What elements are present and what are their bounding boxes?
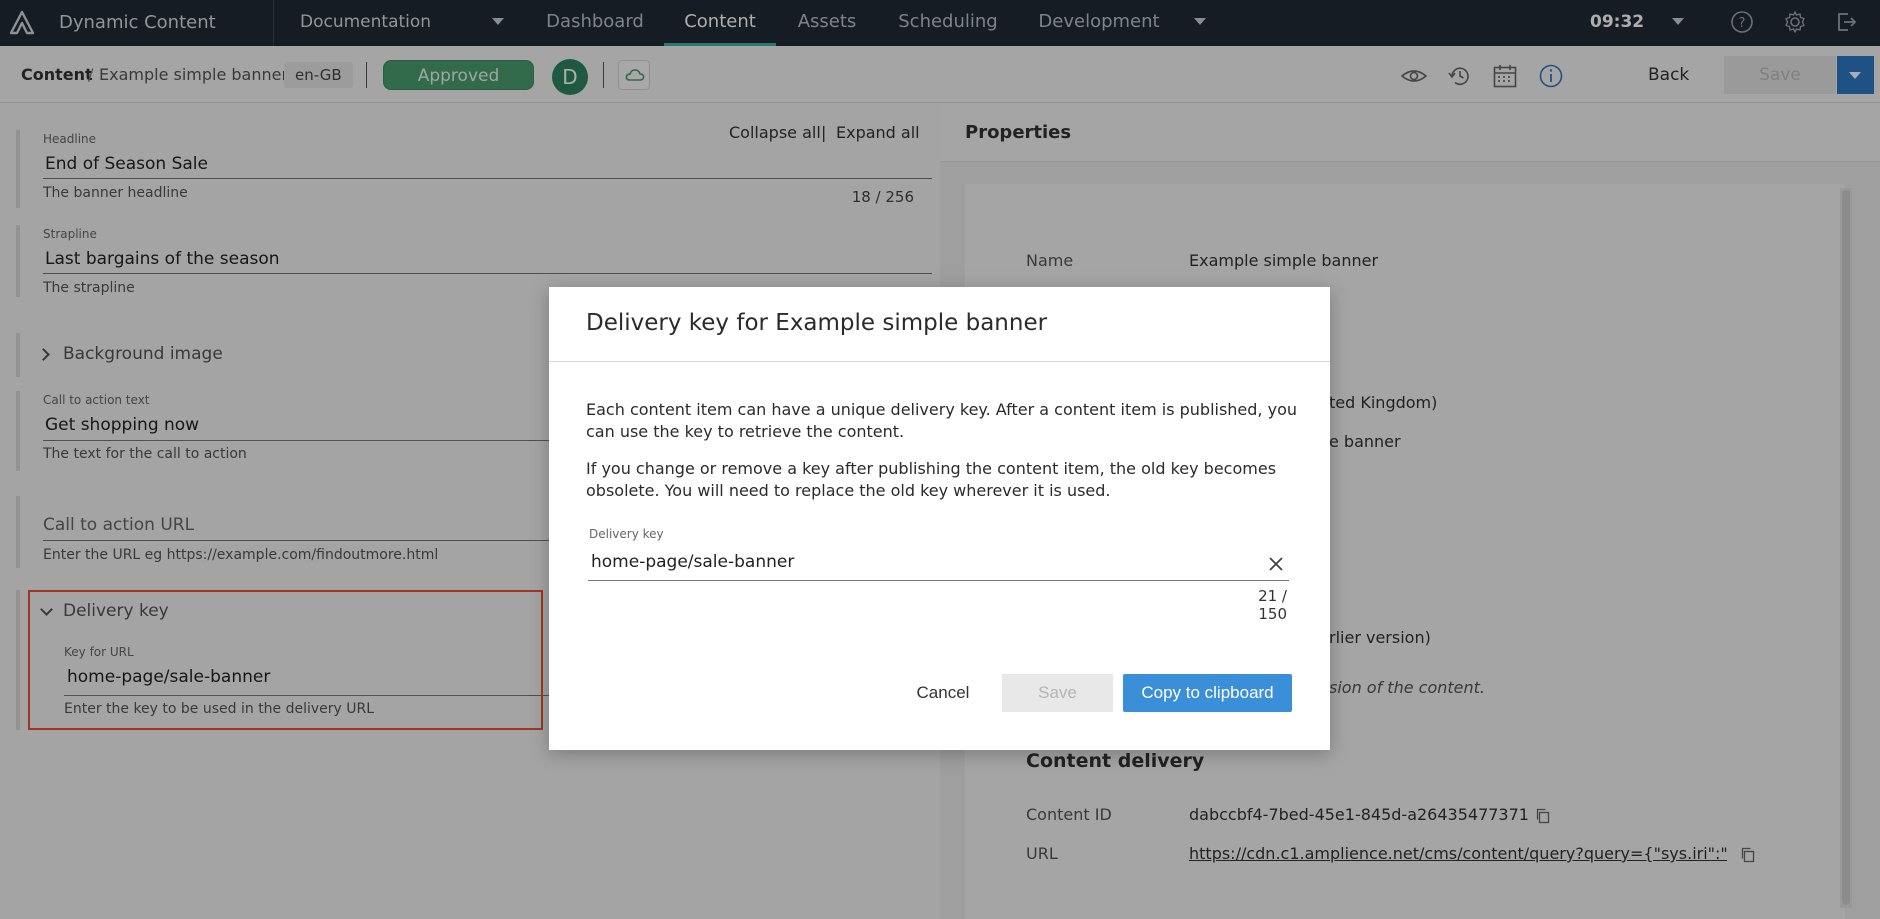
delivery-key-field[interactable]: home-page/sale-banner <box>591 552 794 572</box>
dialog-save-button[interactable]: Save <box>1002 674 1113 712</box>
cancel-button[interactable]: Cancel <box>893 674 993 712</box>
dialog-description: Each content item can have a unique deli… <box>586 400 1297 441</box>
close-icon[interactable] <box>1267 555 1285 573</box>
dialog-title: Delivery key for Example simple banner <box>586 310 1048 336</box>
copy-to-clipboard-button[interactable]: Copy to clipboard <box>1123 674 1292 712</box>
delivery-key-counter: 21 / 150 <box>1258 587 1287 623</box>
dialog-divider <box>549 361 1330 362</box>
delivery-key-field-label: Delivery key <box>589 527 664 541</box>
dialog-warning: If you change or remove a key after publ… <box>586 459 1277 500</box>
delivery-key-dialog: Delivery key for Example simple banner E… <box>549 287 1330 750</box>
input-underline <box>588 580 1289 581</box>
